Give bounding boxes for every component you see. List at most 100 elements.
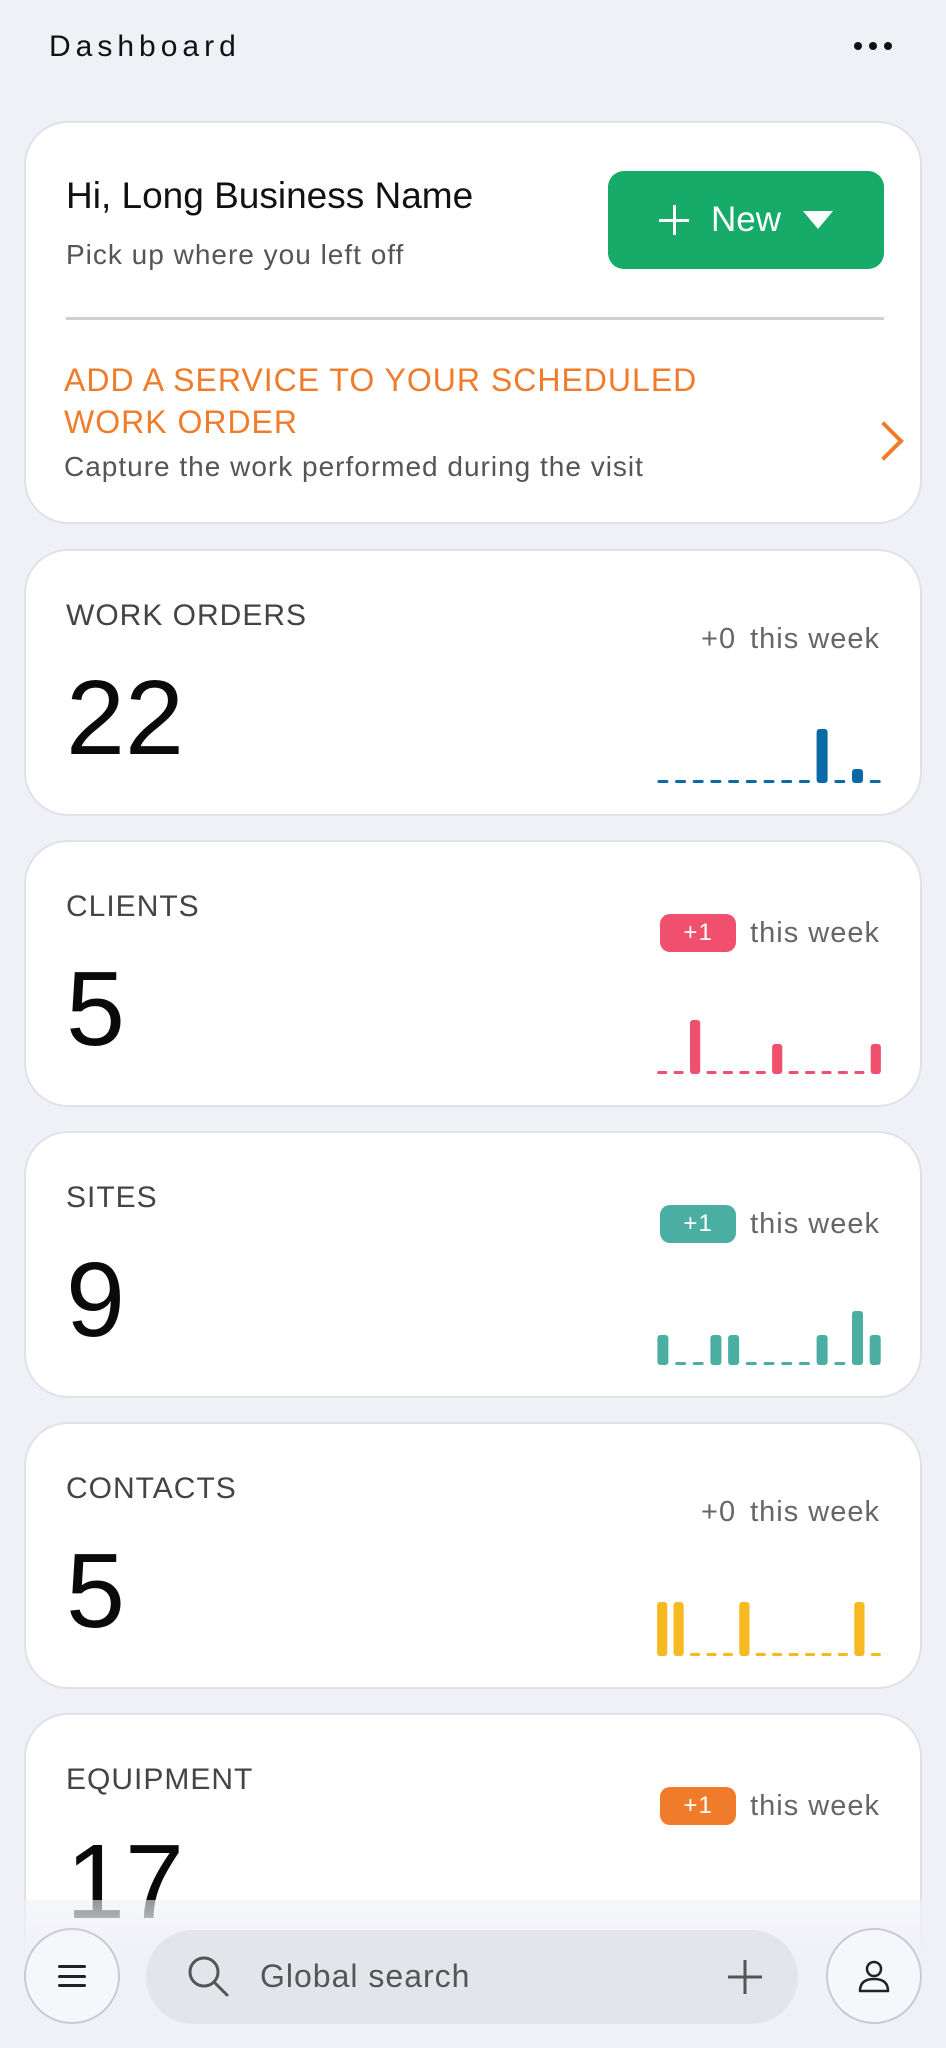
stat-card-contacts[interactable]: CONTACTS 5 +0 this week	[24, 1422, 922, 1689]
sparkline-bar	[798, 780, 810, 783]
sparkline-bar	[675, 780, 687, 783]
sparkline-bar	[673, 1602, 684, 1656]
weekly-suffix: this week	[750, 623, 880, 655]
sparkline-chart	[657, 1311, 881, 1365]
weekly-suffix: this week	[750, 916, 880, 949]
sparkline-bar	[739, 1602, 750, 1656]
sparkline-bar	[869, 780, 881, 783]
page-title: Dashboard	[49, 30, 241, 63]
sparkline-bar	[870, 1653, 881, 1656]
sparkline-bar	[854, 1071, 865, 1074]
sparkline-bar	[722, 1653, 733, 1656]
sparkline-bar	[722, 1071, 733, 1074]
stat-value: 22	[66, 659, 184, 777]
stat-label: SITES	[66, 1181, 158, 1214]
sparkline-bar	[781, 780, 793, 783]
sparkline-bar	[772, 1044, 783, 1074]
user-profile-icon	[858, 1960, 890, 1993]
stat-value: 9	[66, 1241, 125, 1359]
promo-link[interactable]: ADD A SERVICE TO YOUR SCHEDULED WORK ORD…	[64, 359, 904, 489]
sparkline-bar	[837, 1653, 848, 1656]
plus-icon[interactable]	[726, 1958, 764, 1996]
stat-label: CLIENTS	[66, 890, 200, 923]
sparkline-bar	[869, 1335, 881, 1365]
sparkline-bar	[821, 1071, 832, 1074]
chevron-right-icon	[864, 421, 904, 461]
global-search-bar[interactable]: Global search	[146, 1930, 798, 2024]
new-button[interactable]: New	[608, 171, 884, 269]
sparkline-bar	[852, 1311, 863, 1365]
weekly-suffix: this week	[750, 1496, 880, 1528]
sparkline-bar	[710, 780, 722, 783]
sparkline-bar	[816, 1335, 828, 1365]
sparkline-chart	[657, 1602, 881, 1656]
stat-value: 5	[66, 1532, 125, 1650]
greeting-subtitle: Pick up where you left off	[66, 239, 405, 270]
sparkline-chart	[657, 729, 881, 783]
menu-button[interactable]	[24, 1928, 120, 2024]
sparkline-bar	[706, 1653, 717, 1656]
sparkline-bar	[781, 1362, 793, 1365]
sparkline-bar	[755, 1653, 766, 1656]
sparkline-bar	[690, 1653, 701, 1656]
sparkline-bar	[692, 1362, 704, 1365]
promo-title: ADD A SERVICE TO YOUR SCHEDULED WORK ORD…	[64, 362, 698, 440]
sparkline-bar	[834, 1362, 846, 1365]
stat-card-work-orders[interactable]: WORK ORDERS 22 +0 this week	[24, 549, 922, 816]
sparkline-bar	[763, 1362, 775, 1365]
weekly-delta: +0	[701, 623, 737, 655]
weekly-change: +1 this week	[660, 1787, 880, 1825]
dashboard-page: Dashboard Hi, Long Business Name Pick up…	[0, 0, 946, 2048]
profile-button[interactable]	[826, 1928, 922, 2024]
weekly-delta: +0	[701, 1496, 737, 1528]
sparkline-bar	[788, 1653, 799, 1656]
sparkline-bar	[816, 729, 828, 783]
sparkline-bar	[837, 1071, 848, 1074]
stat-card-sites[interactable]: SITES 9 +1 this week	[24, 1131, 922, 1398]
sparkline-bar	[739, 1071, 750, 1074]
weekly-delta-badge: +1	[660, 914, 737, 952]
sparkline-bar	[870, 1044, 881, 1074]
bottom-bar: Global search	[0, 1928, 946, 2028]
weekly-change: +0 this week	[701, 1496, 880, 1529]
sparkline-bar	[755, 1071, 766, 1074]
search-placeholder: Global search	[260, 1958, 471, 1994]
sparkline-bar	[772, 1653, 783, 1656]
sparkline-bar	[673, 1071, 684, 1074]
sparkline-bar	[675, 1362, 687, 1365]
sparkline-bar	[852, 769, 863, 783]
weekly-change: +1 this week	[660, 914, 880, 952]
sparkline-bar	[821, 1653, 832, 1656]
more-options-icon[interactable]	[850, 36, 896, 56]
sparkline-bar	[657, 1602, 668, 1656]
plus-icon	[658, 205, 689, 235]
weekly-suffix: this week	[750, 1789, 880, 1822]
stat-label: EQUIPMENT	[66, 1763, 254, 1796]
weekly-delta-badge: +1	[660, 1787, 737, 1825]
sparkline-bar	[706, 1071, 717, 1074]
sparkline-bar	[657, 1071, 668, 1074]
sparkline-bar	[710, 1335, 722, 1365]
greeting-text: Hi, Long Business Name	[66, 175, 474, 216]
stat-label: CONTACTS	[66, 1472, 237, 1505]
sparkline-bar	[798, 1362, 810, 1365]
divider	[66, 317, 884, 320]
sparkline-bar	[728, 780, 740, 783]
sparkline-bar	[657, 1335, 669, 1365]
hamburger-menu-icon	[58, 1965, 86, 1987]
new-button-label: New	[710, 200, 782, 239]
search-icon	[188, 1956, 229, 1997]
stat-label: WORK ORDERS	[66, 599, 308, 632]
top-bar: Dashboard	[0, 0, 946, 100]
sparkline-bar	[788, 1071, 799, 1074]
sparkline-bar	[692, 780, 704, 783]
sparkline-bar	[805, 1653, 816, 1656]
sparkline-bar	[834, 780, 846, 783]
sparkline-bar	[690, 1020, 701, 1074]
sparkline-bar	[854, 1602, 865, 1656]
sparkline-bar	[763, 780, 775, 783]
sparkline-bar	[745, 780, 757, 783]
sparkline-bar	[745, 1362, 757, 1365]
sparkline-chart	[657, 1020, 881, 1074]
stat-card-clients[interactable]: CLIENTS 5 +1 this week	[24, 840, 922, 1107]
